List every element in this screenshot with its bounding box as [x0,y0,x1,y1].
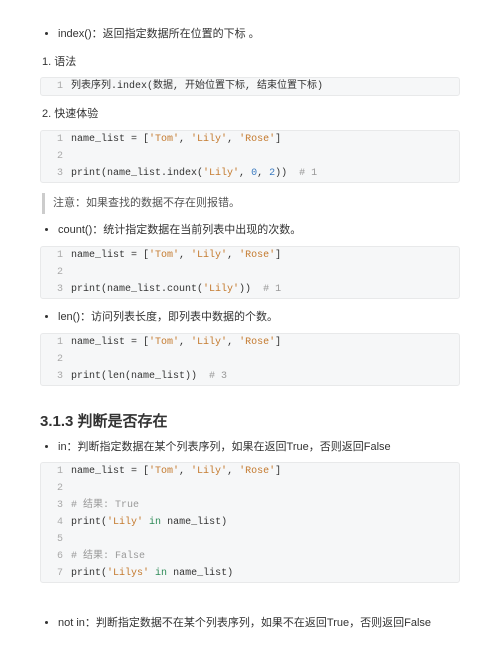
code-line: name_list = ['Tom', 'Lily', 'Rose'] [71,463,459,480]
line-number: 5 [41,531,71,548]
bullet-list: in：判断指定数据在某个列表序列，如果在返回True，否则返回False [40,439,460,457]
bullet-list: index()：返回指定数据所在位置的下标 。 [40,26,460,44]
bullet-notin: not in：判断指定数据不在某个列表序列，如果不在返回True，否则返回Fal… [58,615,460,633]
code-in-example: 1name_list = ['Tom', 'Lily', 'Rose'] 2 3… [40,462,460,583]
code-line: # 结果: False [71,548,459,565]
code-line: # 结果: True [71,497,459,514]
line-number: 3 [41,281,71,298]
section-heading: 3.1.3 判断是否存在 [40,410,460,431]
line-number: 2 [41,480,71,497]
line-number: 2 [41,148,71,165]
code-syntax: 1列表序列.index(数据, 开始位置下标, 结束位置下标) [40,77,460,96]
code-line: 列表序列.index(数据, 开始位置下标, 结束位置下标) [71,78,459,95]
line-number: 3 [41,368,71,385]
line-number: 4 [41,514,71,531]
line-number: 2 [41,351,71,368]
code-line [71,480,459,497]
line-number: 1 [41,463,71,480]
line-number: 1 [41,78,71,95]
code-line: print('Lily' in name_list) [71,514,459,531]
code-line [71,351,459,368]
code-index-example: 1name_list = ['Tom', 'Lily', 'Rose'] 2 3… [40,130,460,183]
code-line: name_list = ['Tom', 'Lily', 'Rose'] [71,334,459,351]
line-number: 2 [41,264,71,281]
bullet-index: index()：返回指定数据所在位置的下标 。 [58,26,460,44]
bullet-in: in：判断指定数据在某个列表序列，如果在返回True，否则返回False [58,439,460,457]
line-number: 1 [41,334,71,351]
line-number: 6 [41,548,71,565]
line-number: 1 [41,131,71,148]
line-number: 3 [41,165,71,182]
code-line [71,148,459,165]
code-line [71,264,459,281]
code-count-example: 1name_list = ['Tom', 'Lily', 'Rose'] 2 3… [40,246,460,299]
bullet-list: not in：判断指定数据不在某个列表序列，如果不在返回True，否则返回Fal… [40,615,460,633]
step-quick: 2. 快速体验 [42,106,460,124]
code-line: print(len(name_list)) # 3 [71,368,459,385]
bullet-list: count()：统计指定数据在当前列表中出现的次数。 [40,222,460,240]
code-line: print(name_list.count('Lily')) # 1 [71,281,459,298]
line-number: 3 [41,497,71,514]
bullet-count: count()：统计指定数据在当前列表中出现的次数。 [58,222,460,240]
code-len-example: 1name_list = ['Tom', 'Lily', 'Rose'] 2 3… [40,333,460,386]
code-line: name_list = ['Tom', 'Lily', 'Rose'] [71,131,459,148]
code-line [71,531,459,548]
note-block: 注意：如果查找的数据不存在则报错。 [42,193,460,215]
code-line: print('Lilys' in name_list) [71,565,459,582]
code-line: print(name_list.index('Lily', 0, 2)) # 1 [71,165,459,182]
bullet-list: len()：访问列表长度，即列表中数据的个数。 [40,309,460,327]
line-number: 7 [41,565,71,582]
step-syntax: 1. 语法 [42,54,460,72]
code-line: name_list = ['Tom', 'Lily', 'Rose'] [71,247,459,264]
line-number: 1 [41,247,71,264]
bullet-len: len()：访问列表长度，即列表中数据的个数。 [58,309,460,327]
